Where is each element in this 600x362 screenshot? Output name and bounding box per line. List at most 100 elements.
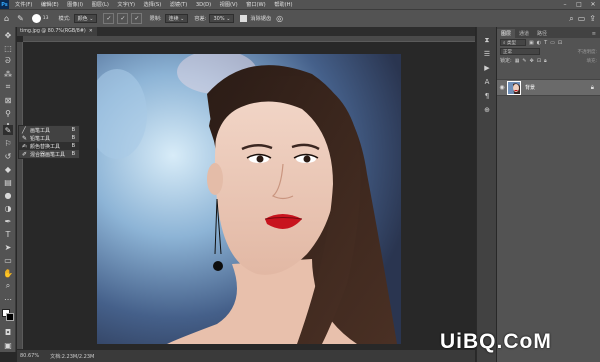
brush-tools-flyout: ╱ 画笔工具 B ✎ 铅笔工具 B ✍ 颜色替换工具 B ✐ 混合器画笔工具 B [18,125,80,159]
zoom-level[interactable]: 80.67% [20,353,39,359]
blend-mode-select[interactable]: 正常 [500,48,540,55]
pixel-filter-icon[interactable]: ▣ [529,40,534,46]
home-icon[interactable]: ⌂ [4,14,9,23]
glyphs-panel-icon[interactable]: ⊕ [482,105,492,115]
menu-edit[interactable]: 编辑(E) [41,1,59,8]
marquee-tool-icon[interactable]: ⬚ [3,43,13,53]
pressure-icon[interactable]: ◎ [276,14,283,23]
document-canvas-image[interactable] [97,54,401,344]
antialias-label: 消除锯齿 [250,16,272,22]
search-icon[interactable]: ⌕ [569,14,573,24]
clone-stamp-tool-icon[interactable]: ⚐ [3,138,13,148]
flyout-color-replace-tool[interactable]: ✍ 颜色替换工具 B [19,142,79,150]
tab-paths[interactable]: 路径 [533,29,551,38]
type-filter-icon[interactable]: T [544,40,547,46]
search-icon: ⌕ [503,40,506,46]
quick-mask-icon[interactable]: ◘ [3,327,13,337]
workspace-icon[interactable]: ▭ [578,14,586,23]
brush-icon: ╱ [22,126,26,134]
flyout-mixer-brush-tool[interactable]: ✐ 混合器画笔工具 B [19,150,79,158]
brush-preview[interactable] [31,14,41,23]
history-brush-tool-icon[interactable]: ↺ [3,151,13,161]
pen-tool-icon[interactable]: ✒ [3,216,13,226]
fill-label[interactable]: 填充: [586,58,597,64]
panel-icon-strip: ⧗ ☰ ▶ A ¶ ⊕ [476,27,496,362]
lock-position-icon[interactable]: ✥ [530,58,534,64]
flyout-brush-tool[interactable]: ╱ 画笔工具 B [19,126,79,134]
color-swatches[interactable] [2,309,14,321]
eyedropper-tool-icon[interactable]: ⚲ [3,108,13,118]
color-replace-tool-icon[interactable]: ✎ [17,14,24,23]
minimize-button[interactable]: – [558,0,572,9]
mixer-brush-icon: ✐ [22,150,28,158]
dodge-tool-icon[interactable]: ◑ [3,203,13,213]
menu-window[interactable]: 窗口(W) [246,1,266,8]
opacity-label[interactable]: 不透明度: [577,49,597,55]
limit-select[interactable]: 连续 ⌄ [164,14,189,23]
menu-view[interactable]: 视图(V) [220,1,238,8]
sampling-once-button[interactable]: ✓ [117,13,129,24]
color-replace-icon: ✍ [22,142,28,150]
tab-layers[interactable]: 图层 [497,29,516,38]
shape-tool-icon[interactable]: ▭ [3,255,13,265]
menu-help[interactable]: 帮助(H) [274,1,292,8]
play-actions-icon[interactable]: ▶ [482,63,492,73]
tab-channels[interactable]: 通道 [515,29,533,38]
lock-paint-icon[interactable]: ✎ [522,58,526,64]
adjustment-filter-icon[interactable]: ◐ [537,40,541,46]
mode-label: 模式: [58,16,71,22]
brush-size[interactable]: 13 [43,16,49,21]
menu-select[interactable]: 选择(S) [144,1,162,8]
more-tools-icon[interactable]: ⋯ [3,294,13,304]
menu-3d[interactable]: 3D(D) [196,2,211,8]
move-tool-icon[interactable]: ✥ [3,30,13,40]
layer-kind-filter[interactable]: ⌕ 类型 [500,39,526,46]
mode-select[interactable]: 颜色 ⌄ [73,14,98,23]
menu-filter[interactable]: 滤镜(T) [170,1,188,8]
close-button[interactable]: ✕ [586,0,600,9]
blur-tool-icon[interactable]: ● [3,190,13,200]
lock-pixels-icon[interactable]: ▦ [515,58,520,64]
tolerance-input[interactable]: 30% ⌄ [209,14,235,23]
maximize-button[interactable]: □ [572,0,586,9]
paragraph-panel-icon[interactable]: ¶ [482,91,492,101]
lock-all-icon[interactable]: 🔒︎ [544,58,547,64]
zoom-tool-icon[interactable]: ⌕ [3,281,13,291]
smart-filter-icon[interactable]: ⊡ [558,40,562,46]
properties-panel-icon[interactable]: ☰ [482,49,492,59]
layers-panel: 图层 通道 路径 ≡ ⌕ 类型 ▣ ◐ T ▭ ⊡ 正常 不透明度: 锁定: ▦… [497,27,600,362]
type-tool-icon[interactable]: T [3,229,13,239]
document-info[interactable]: 文档:2.23M/2.23M [50,353,94,360]
screen-mode-icon[interactable]: ▣ [3,340,13,350]
frame-tool-icon[interactable]: ⊠ [3,95,13,105]
brush-tool-icon[interactable]: ✎ [3,125,13,135]
menu-image[interactable]: 图像(I) [67,1,83,8]
menu-type[interactable]: 文字(Y) [117,1,135,8]
sampling-continuous-button[interactable]: ✓ [103,13,115,24]
menu-file[interactable]: 文件(F) [15,1,32,8]
path-select-tool-icon[interactable]: ➤ [3,242,13,252]
crop-tool-icon[interactable]: ⌗ [3,82,13,92]
eraser-tool-icon[interactable]: ◆ [3,164,13,174]
flyout-pencil-tool[interactable]: ✎ 铅笔工具 B [19,134,79,142]
history-panel-icon[interactable]: ⧗ [482,35,492,45]
shape-filter-icon[interactable]: ▭ [550,40,555,46]
hand-tool-icon[interactable]: ✋ [3,268,13,278]
character-panel-icon[interactable]: A [482,77,492,87]
quick-select-tool-icon[interactable]: ⁂ [3,69,13,79]
lock-artboard-icon[interactable]: ⊡ [537,58,541,64]
antialias-checkbox[interactable] [240,15,248,22]
gradient-tool-icon[interactable]: ▤ [3,177,13,187]
lasso-tool-icon[interactable]: ᘐ [3,56,13,66]
sampling-swatch-button[interactable]: ✓ [131,13,143,24]
layer-row-background[interactable]: ◉ 背景 🔒︎ [497,79,600,96]
panel-menu-icon[interactable]: ≡ [588,29,600,38]
menu-layer[interactable]: 图层(L) [92,1,109,8]
menu-bar: Ps 文件(F) 编辑(E) 图像(I) 图层(L) 文字(Y) 选择(S) 滤… [0,0,600,9]
tools-panel: ✥ ⬚ ᘐ ⁂ ⌗ ⊠ ⚲ ✚ ✎ ⚐ ↺ ◆ ▤ ● ◑ ✒ T ➤ ▭ ✋ … [0,27,16,352]
document-tab[interactable]: timg.jpg @ 80.7%(RGB/8#) ✕ [17,27,97,36]
share-icon[interactable]: ⇪ [589,14,596,23]
visibility-eye-icon[interactable]: ◉ [497,84,507,91]
close-tab-icon[interactable]: ✕ [89,29,93,34]
background-color[interactable] [6,313,14,321]
